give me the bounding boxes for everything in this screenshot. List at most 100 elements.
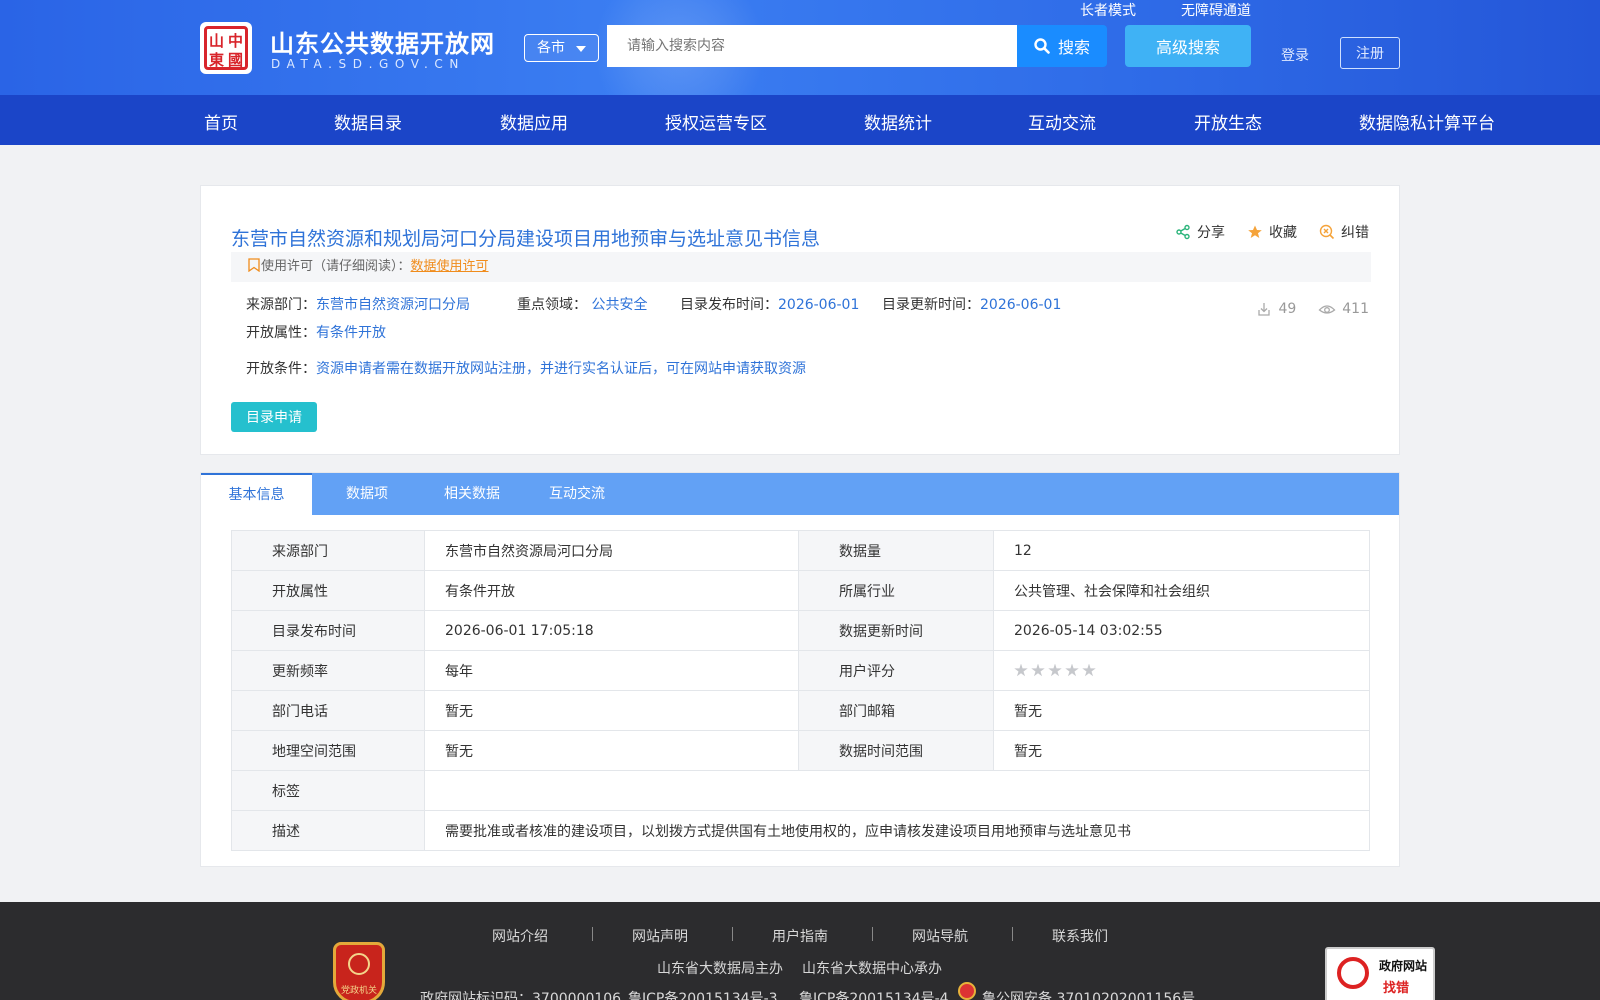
nav-item-ecosystem[interactable]: 开放生态 [1194,109,1262,134]
publish-time-value: 2026-06-01 [778,297,860,313]
nav-item-authorized-ops[interactable]: 授权运营专区 [665,109,767,134]
table-key-cell: 标签 [231,770,425,811]
footer-host: 山东省大数据局主办 [657,961,783,977]
gov-site-error-finder[interactable]: 政府网站 找错 [1325,947,1435,1000]
elder-mode-link[interactable]: 长者模式 [1080,0,1136,20]
error-report-icon [1319,224,1335,240]
footer-link-about[interactable]: 网站介绍 [492,926,548,946]
city-select-value: 各市 [537,40,565,56]
site-footer: 党政机关 网站介绍 网站声明 用户指南 网站导航 联系我们 山东省大数据局主办 … [0,902,1600,1000]
tab-interaction[interactable]: 互动交流 [522,473,632,515]
nav-item-privacy-computing[interactable]: 数据隐私计算平台 [1359,109,1495,134]
basic-info-table: 来源部门 东营市自然资源局河口分局 数据量 12 开放属性 有条件开放 所属行业 公共管理、社… [231,530,1370,851]
star-icon[interactable] [1082,663,1096,677]
table-value-cell: 暂无 [424,730,799,771]
tab-related-data[interactable]: 相关数据 [422,473,522,515]
key-domain-meta: 重点领域： 公共安全 [517,294,647,314]
share-icon [1176,224,1190,240]
site-title[interactable]: 山东公共数据开放网 [270,24,495,59]
dataset-title: 东营市自然资源和规划局河口分局建设项目用地预审与选址意见书信息 [231,228,821,250]
description-row: 描述 需要批准或者核准的建设项目，以划拨方式提供国有土地使用权的，应申请核发建设项… [231,810,1370,851]
site-header: 中 國 山 東 山东公共数据开放网 DATA.SD.GOV.CN 各市 搜索 高… [0,0,1600,95]
footer-link-contact[interactable]: 联系我们 [1052,926,1108,946]
table-key-cell: 部门电话 [231,690,425,731]
table-row: 更新频率 每年 用户评分 [231,650,1370,691]
party-gov-badge[interactable]: 党政机关 [333,942,385,1000]
source-dept-label: 来源部门： [246,297,316,313]
search-input[interactable] [607,25,1017,67]
error-box-title: 政府网站 [1379,959,1428,973]
rating-stars[interactable] [1014,663,1349,678]
footer-link-statement[interactable]: 网站声明 [632,926,688,946]
open-attr-value: 有条件开放 [316,325,386,341]
download-icon [1258,303,1271,316]
table-value-cell: 有条件开放 [424,570,799,611]
license-link[interactable]: 数据使用许可 [411,259,489,274]
city-select[interactable]: 各市 [524,34,599,62]
nav-item-interaction[interactable]: 互动交流 [1028,109,1096,134]
share-button[interactable]: 分享 [1175,222,1225,242]
seal-char: 山 [209,32,225,50]
tab-basic-info[interactable]: 基本信息 [201,473,312,515]
open-condition-label: 开放条件： [246,361,316,377]
main-nav: 首页 数据目录 数据应用 授权运营专区 数据统计 互动交流 开放生态 数据隐私计… [0,95,1600,145]
nav-item-home[interactable]: 首页 [204,109,238,134]
star-icon[interactable] [1048,663,1062,677]
footer-link-guide[interactable]: 用户指南 [772,926,828,946]
table-key-cell: 所属行业 [798,570,994,611]
key-domain-value[interactable]: 公共安全 [591,297,647,313]
catalog-apply-button[interactable]: 目录申请 [231,402,317,432]
open-condition-value: 资源申请者需在数据开放网站注册，并进行实名认证后，可在网站申请获取资源 [316,361,806,377]
star-icon[interactable] [1014,663,1028,677]
table-value-cell: 2026-06-01 17:05:18 [424,610,799,651]
table-value-cell [993,650,1370,691]
advanced-search-button[interactable]: 高级搜索 [1125,25,1251,67]
star-icon [1248,225,1262,238]
table-key-cell: 更新频率 [231,650,425,691]
report-error-button[interactable]: 纠错 [1319,222,1369,242]
site-domain: DATA.SD.GOV.CN [271,57,465,71]
footer-police-record[interactable]: 鲁公网安备 37010202001156号 [982,988,1195,1000]
table-key-cell: 目录发布时间 [231,610,425,651]
nav-item-apps[interactable]: 数据应用 [500,109,568,134]
table-value-cell [424,770,1370,811]
table-row: 开放属性 有条件开放 所属行业 公共管理、社会保障和社会组织 [231,570,1370,611]
footer-link-sitemap[interactable]: 网站导航 [912,926,968,946]
search-button[interactable]: 搜索 [1017,25,1107,67]
nav-item-catalog[interactable]: 数据目录 [334,109,402,134]
footer-site-code: 政府网站标识码：3700000106 [420,991,622,1000]
accessibility-link[interactable]: 无障碍通道 [1181,0,1251,20]
dataset-stats: 49 411 [1256,301,1369,317]
key-domain-label: 重点领域： [517,297,587,313]
footer-icp-1[interactable]: 鲁ICP备20015134号-3 [628,988,778,1000]
nav-item-statistics[interactable]: 数据统计 [864,109,932,134]
tab-data-items[interactable]: 数据项 [312,473,422,515]
search-button-label: 搜索 [1057,38,1090,57]
source-dept-value[interactable]: 东营市自然资源河口分局 [316,297,470,313]
star-icon[interactable] [1031,663,1045,677]
table-row: 部门电话 暂无 部门邮箱 暂无 [231,690,1370,731]
table-value-cell: 12 [993,530,1370,571]
site-logo-seal[interactable]: 中 國 山 東 [200,22,252,74]
publish-time-meta: 目录发布时间：2026-06-01 [680,294,859,314]
seal-char: 國 [228,51,244,69]
table-value-cell: 暂无 [424,690,799,731]
footer-divider [872,927,873,941]
share-label: 分享 [1197,225,1225,241]
footer-icp-2[interactable]: 鲁ICP备20015134号-4 [799,988,949,1000]
table-row: 来源部门 东营市自然资源局河口分局 数据量 12 [231,530,1370,571]
tags-row: 标签 [231,770,1370,811]
update-time-label: 目录更新时间： [882,297,980,313]
open-attr-label: 开放属性： [246,325,316,341]
license-prefix: 使用许可（请仔细阅读）： [261,259,411,274]
magnifier-icon [1337,957,1369,989]
emblem-icon [348,953,370,975]
favorite-button[interactable]: 收藏 [1247,222,1297,242]
table-value-cell: 需要批准或者核准的建设项目，以划拨方式提供国有土地使用权的，应申请核发建设项目用… [424,810,1370,851]
footer-organizer: 山东省大数据中心承办 [802,961,942,977]
publish-time-label: 目录发布时间： [680,297,778,313]
login-link[interactable]: 登录 [1281,45,1309,65]
star-icon[interactable] [1065,663,1079,677]
register-button[interactable]: 注册 [1340,37,1400,69]
download-count: 49 [1256,301,1296,317]
